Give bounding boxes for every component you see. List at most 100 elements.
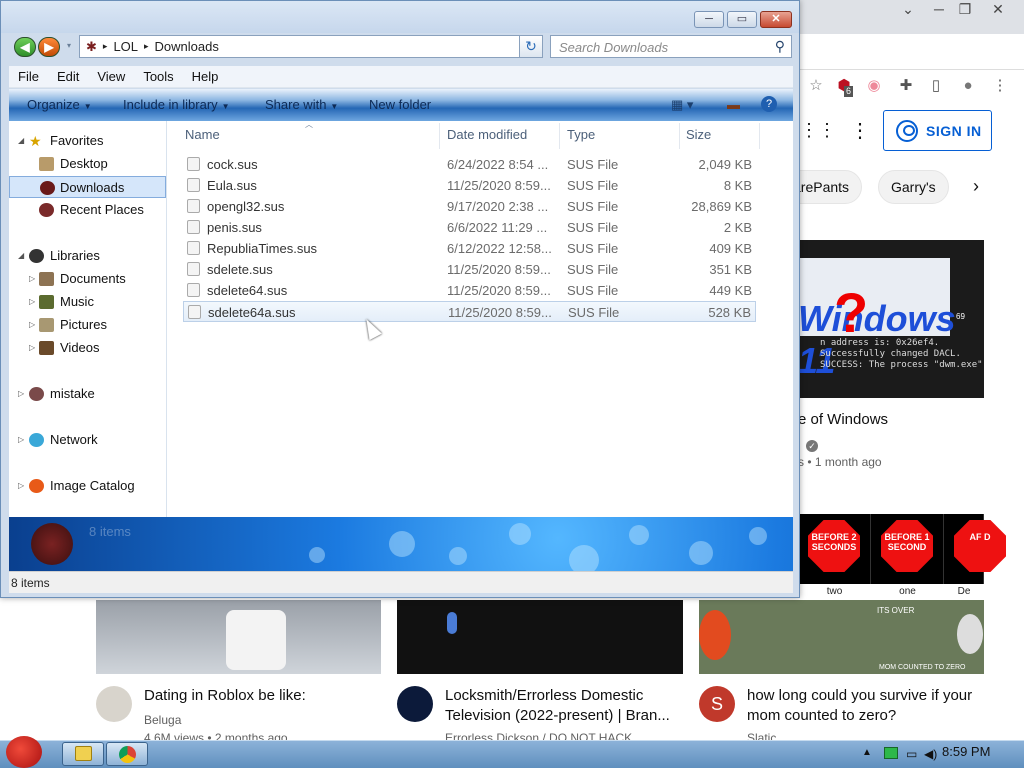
expand-arrow-icon[interactable]: ◢ [18, 245, 24, 267]
file-row[interactable]: opengl32.sus 9/17/2020 2:38 ... SUS File 28… [183, 196, 756, 217]
menu-view[interactable]: View [88, 66, 134, 87]
collapse-arrow-icon[interactable]: ▷ [29, 268, 35, 290]
puzzle-icon[interactable]: ✚ [896, 76, 916, 96]
nav-network[interactable]: ▷ Network [9, 429, 166, 451]
nav-favorites[interactable]: ◢ ★ Favorites [9, 130, 166, 152]
menu-edit[interactable]: Edit [48, 66, 88, 87]
show-hidden-icons[interactable]: ▲ [862, 747, 872, 758]
avatar[interactable] [397, 686, 433, 722]
search-icon[interactable]: ⚲ [775, 38, 785, 55]
video-thumbnail[interactable]: Windows 11 ? n address is: 0x26ef4. Succ… [798, 240, 984, 398]
taskbar-explorer-button[interactable] [62, 742, 104, 766]
close-button[interactable]: ✕ [983, 0, 1013, 18]
collapse-arrow-icon[interactable]: ▷ [18, 429, 24, 451]
breadcrumb-item[interactable]: LOL [113, 39, 138, 54]
forward-button[interactable]: ▶ [38, 37, 60, 57]
file-row[interactable]: RepubliaTimes.sus 6/12/2022 12:58... SUS F… [183, 238, 756, 259]
file-row[interactable]: Eula.sus 11/25/2020 8:59... SUS File 8 KB [183, 175, 756, 196]
nav-videos[interactable]: ▷ Videos [9, 337, 166, 359]
expand-arrow-icon[interactable]: ◢ [18, 130, 24, 152]
collapse-arrow-icon[interactable]: ▷ [18, 475, 24, 497]
refresh-button[interactable]: ↻ [519, 35, 543, 58]
column-separator[interactable] [759, 123, 760, 149]
column-separator[interactable] [439, 123, 440, 149]
file-row[interactable]: cock.sus 6/24/2022 8:54 ... SUS File 2,049 … [183, 154, 756, 175]
avatar[interactable]: S [699, 686, 735, 722]
nav-pictures[interactable]: ▷ Pictures [9, 314, 166, 336]
collapse-arrow-icon[interactable]: ▷ [29, 291, 35, 313]
video-title[interactable]: Dating in Roblox be like: [144, 686, 374, 706]
file-row[interactable]: sdelete64.sus 11/25/2020 8:59... SUS File 4… [183, 280, 756, 301]
volume-icon[interactable]: ◀) [924, 747, 937, 761]
file-row[interactable]: penis.sus 6/6/2022 11:29 ... SUS File 2 KB [183, 217, 756, 238]
search-input[interactable]: Search Downloads ⚲ [550, 35, 792, 58]
channel-name[interactable]: Beluga [144, 713, 181, 727]
network-tray-icon[interactable]: ▭ [906, 747, 917, 761]
video-title[interactable]: how long could you survive if your mom c… [747, 686, 977, 726]
collapse-arrow-icon[interactable]: ▷ [29, 337, 35, 359]
include-in-library-button[interactable]: Include in library ▼ [123, 97, 230, 112]
nav-desktop[interactable]: Desktop [9, 153, 166, 175]
column-header-type[interactable]: Type [567, 127, 595, 142]
flag-extension-icon[interactable]: ◉ [864, 76, 884, 96]
clock[interactable]: 8:59 PM [942, 744, 990, 759]
start-button[interactable] [0, 730, 48, 768]
minimize-button[interactable]: ─ [694, 11, 724, 28]
tab-search-button[interactable]: ⌄ [893, 0, 923, 18]
maximize-button[interactable]: ▭ [727, 11, 757, 28]
nav-mistake[interactable]: ▷ mistake [9, 383, 166, 405]
battery-icon[interactable] [884, 747, 898, 759]
video-thumbnail[interactable]: ITS OVER MOM COUNTED TO ZERO [699, 600, 984, 674]
column-separator[interactable] [559, 123, 560, 149]
collapse-arrow-icon[interactable]: ▷ [18, 383, 24, 405]
sidepanel-icon[interactable]: ▯ [926, 76, 946, 96]
close-button[interactable]: ✕ [760, 11, 792, 28]
sign-in-button[interactable]: SIGN IN [883, 110, 992, 151]
star-icon[interactable]: ☆ [806, 76, 826, 96]
nav-image-catalog[interactable]: ▷ Image Catalog [9, 475, 166, 497]
recent-pages-dropdown[interactable]: ▾ [67, 41, 71, 50]
organize-button[interactable]: Organize ▼ [27, 97, 92, 112]
video-title[interactable]: Locksmith/Errorless Domestic Television … [445, 686, 675, 726]
nav-documents[interactable]: ▷ Documents [9, 268, 166, 290]
restore-button[interactable]: ❐ [950, 0, 980, 18]
nav-recent-places[interactable]: Recent Places [9, 199, 166, 221]
collapse-arrow-icon[interactable]: ▷ [29, 314, 35, 336]
ublock-extension-icon[interactable]: ⬢6 [834, 76, 854, 97]
filter-chip[interactable]: Garry's [878, 170, 949, 204]
taskbar-chrome-button[interactable] [106, 742, 148, 766]
help-icon[interactable]: ? [761, 96, 777, 112]
breadcrumb-item[interactable]: Downloads [155, 39, 219, 54]
more-menu-icon[interactable]: ⋮ [990, 76, 1010, 96]
short-thumbnail[interactable]: BEFORE 2 SECONDS two [798, 514, 871, 597]
title-bar[interactable]: ─ ▭ ✕ [1, 1, 799, 33]
video-thumbnail[interactable] [397, 600, 683, 674]
video-title[interactable]: e of Windows [798, 411, 888, 428]
file-row[interactable]: sdelete.sus 11/25/2020 8:59... SUS File 351… [183, 259, 756, 280]
back-button[interactable]: ◀ [14, 37, 36, 57]
share-with-button[interactable]: Share with ▼ [265, 97, 338, 112]
apps-grid-icon[interactable]: ⋮⋮ [800, 120, 836, 141]
preview-pane-icon[interactable]: ▬ [727, 97, 740, 112]
menu-tools[interactable]: Tools [134, 66, 182, 87]
settings-dots-icon[interactable]: ⋮ [850, 118, 870, 143]
avatar[interactable] [96, 686, 132, 722]
view-options-icon[interactable]: ▦ ▾ [671, 97, 693, 113]
short-thumbnail[interactable]: BEFORE 1 SECOND one [871, 514, 944, 597]
new-folder-button[interactable]: New folder [369, 97, 431, 112]
video-thumbnail[interactable] [96, 600, 381, 674]
column-header-date[interactable]: Date modified [447, 127, 527, 142]
menu-help[interactable]: Help [183, 66, 228, 87]
column-header-name[interactable]: Name [185, 127, 220, 142]
column-header-size[interactable]: Size [686, 127, 711, 142]
nav-libraries[interactable]: ◢ Libraries [9, 245, 166, 267]
short-thumbnail[interactable]: AF D De [944, 514, 1006, 597]
nav-downloads[interactable]: Downloads [9, 176, 166, 198]
nav-music[interactable]: ▷ Music [9, 291, 166, 313]
column-separator[interactable] [679, 123, 680, 149]
file-row-selected[interactable]: sdelete64a.sus 11/25/2020 8:59... SUS File… [183, 301, 756, 322]
address-bar[interactable]: ✱ ▸ LOL ▸ Downloads ▼ [79, 35, 543, 58]
profile-icon[interactable]: ● [958, 76, 978, 96]
chevron-right-icon[interactable]: › [973, 176, 979, 197]
menu-file[interactable]: File [9, 66, 48, 87]
